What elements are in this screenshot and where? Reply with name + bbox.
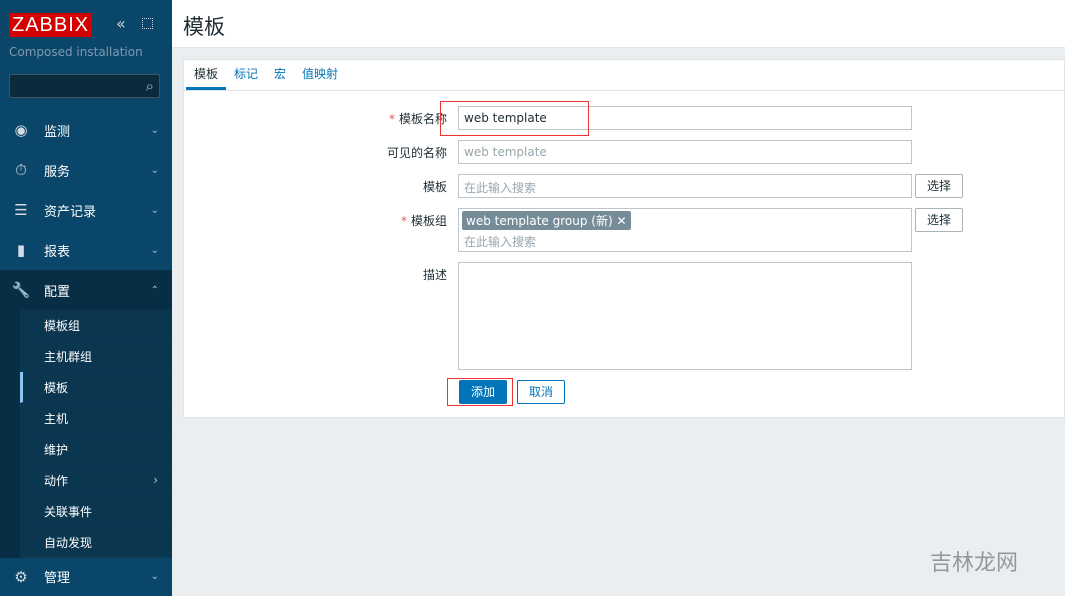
watermark: 吉林龙网 bbox=[930, 551, 1019, 576]
template-form-panel: 模板 标记 宏 值映射 * 模板名称 web template 可见的名称 web… bbox=[183, 59, 1065, 418]
submenu-discovery[interactable]: 自动发现 bbox=[20, 527, 172, 558]
groups-select-button[interactable]: 选择 bbox=[915, 208, 963, 232]
tab-template[interactable]: 模板 bbox=[186, 60, 227, 90]
search-icon[interactable]: ⌕ bbox=[146, 77, 154, 95]
menu-label: 服务 bbox=[44, 164, 71, 180]
chevron-down-icon: ⌄ bbox=[150, 204, 159, 216]
chevron-up-icon: ⌃ bbox=[150, 284, 159, 296]
zabbix-logo[interactable]: ZABBIX bbox=[9, 13, 93, 37]
collapse-sidebar-icon[interactable]: « bbox=[116, 14, 126, 33]
menu-configuration[interactable]: 🔧 配置 ⌃ bbox=[0, 270, 172, 310]
description-label: 描述 bbox=[422, 268, 447, 282]
submenu-host-groups[interactable]: 主机群组 bbox=[20, 341, 172, 372]
submenu-event-correlation[interactable]: 关联事件 bbox=[20, 496, 172, 527]
template-name-label: * 模板名称 bbox=[388, 112, 447, 126]
menu-inventory[interactable]: ☰ 资产记录 ⌄ bbox=[0, 190, 172, 230]
remove-tag-icon[interactable]: ✕ bbox=[616, 214, 626, 228]
stopwatch-icon: ⏱ bbox=[15, 161, 27, 179]
visible-name-label: 可见的名称 bbox=[386, 146, 447, 160]
submenu-template-groups[interactable]: 模板组 bbox=[20, 310, 172, 341]
submenu-maintenance[interactable]: 维护 bbox=[20, 434, 172, 465]
templates-input[interactable]: 在此输入搜索 bbox=[458, 174, 912, 198]
sidebar-search-input[interactable]: ⌕ bbox=[9, 74, 160, 98]
group-tag: web template group (新) ✕ bbox=[462, 211, 631, 230]
menu-label: 管理 bbox=[44, 571, 71, 586]
menu-label: 监测 bbox=[44, 124, 71, 140]
menu-label: 资产记录 bbox=[44, 204, 97, 220]
bar-chart-icon: ▮ bbox=[16, 241, 26, 259]
chevron-down-icon: ⌄ bbox=[150, 164, 159, 176]
sidebar: ZABBIX « Composed installation ⌕ ◉ 监测 ⌄ ⏱ 服… bbox=[0, 0, 172, 596]
gear-icon: ⚙ bbox=[14, 567, 28, 586]
menu-administration[interactable]: ⚙ 管理 ⌄ bbox=[0, 557, 172, 596]
tab-bar: 模板 标记 宏 值映射 bbox=[184, 60, 1064, 91]
menu-services[interactable]: ⏱ 服务 ⌄ bbox=[0, 150, 172, 190]
submenu-hosts[interactable]: 主机 bbox=[20, 403, 172, 434]
configuration-submenu: 模板组 主机群组 模板 主机 维护 动作 › 关联事件 自动发现 bbox=[0, 310, 172, 558]
highlight-box bbox=[447, 378, 513, 406]
tab-value-mapping[interactable]: 值映射 bbox=[294, 60, 346, 90]
highlight-box bbox=[440, 101, 589, 136]
wrench-icon: 🔧 bbox=[11, 281, 31, 299]
groups-search-placeholder: 在此输入搜索 bbox=[464, 235, 537, 249]
templates-select-button[interactable]: 选择 bbox=[915, 174, 963, 198]
eye-icon: ◉ bbox=[14, 121, 28, 139]
chevron-down-icon: ⌄ bbox=[150, 124, 159, 136]
page-header: 模板 bbox=[172, 0, 1065, 48]
page-title: 模板 bbox=[183, 15, 225, 39]
installation-name: Composed installation bbox=[9, 45, 143, 59]
chevron-down-icon: ⌄ bbox=[150, 571, 159, 582]
kiosk-mode-icon[interactable] bbox=[142, 18, 153, 29]
menu-reports[interactable]: ▮ 报表 ⌄ bbox=[0, 230, 172, 270]
tab-macros[interactable]: 宏 bbox=[266, 60, 294, 90]
templates-label: 模板 bbox=[422, 180, 447, 194]
chevron-down-icon: ⌄ bbox=[150, 244, 159, 256]
submenu-templates[interactable]: 模板 bbox=[20, 372, 172, 403]
cancel-button[interactable]: 取消 bbox=[517, 380, 565, 404]
visible-name-input[interactable]: web template bbox=[458, 140, 912, 164]
menu-label: 配置 bbox=[44, 284, 71, 300]
menu-monitoring[interactable]: ◉ 监测 ⌄ bbox=[0, 110, 172, 150]
submenu-label: 动作 bbox=[44, 473, 69, 488]
submenu-actions[interactable]: 动作 › bbox=[20, 465, 172, 496]
tab-tags[interactable]: 标记 bbox=[226, 60, 266, 90]
menu-label: 报表 bbox=[44, 244, 71, 260]
chevron-right-icon: › bbox=[153, 473, 158, 487]
list-icon: ☰ bbox=[14, 201, 28, 219]
template-groups-input[interactable]: web template group (新) ✕ 在此输入搜索 bbox=[458, 208, 912, 252]
template-groups-label: * 模板组 bbox=[400, 214, 447, 228]
description-textarea[interactable] bbox=[458, 262, 912, 370]
